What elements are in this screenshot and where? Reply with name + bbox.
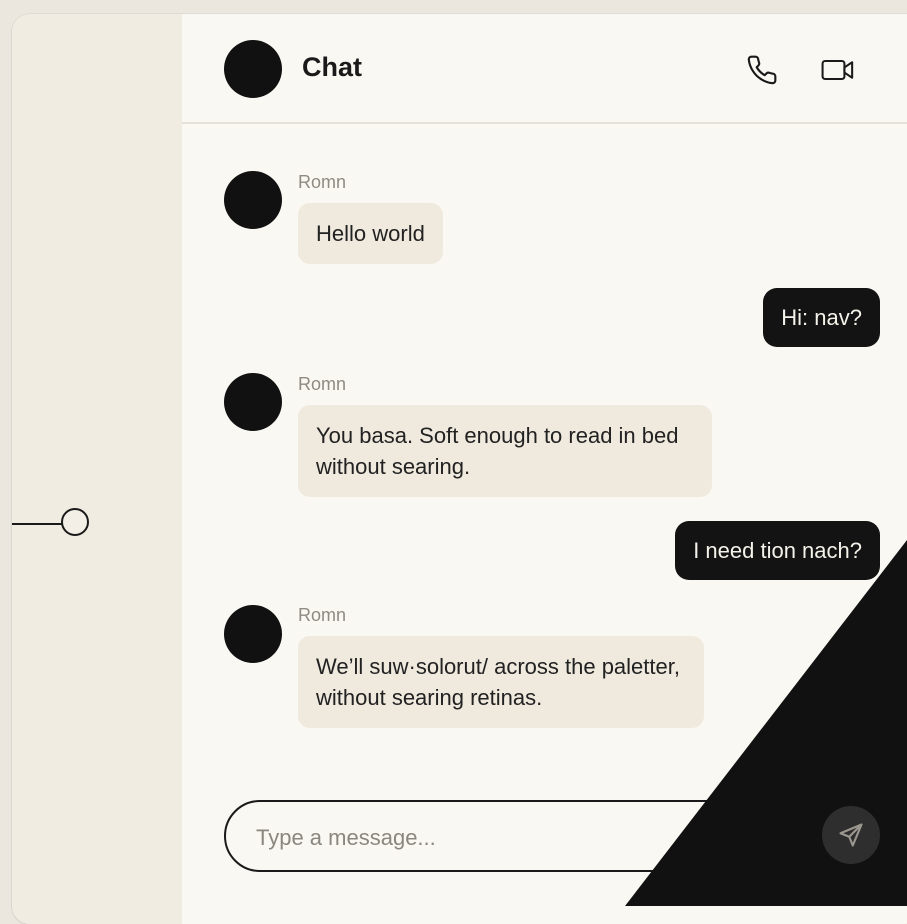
- app-window: Chat Romn Hello world Hi: nav? Romn You …: [12, 14, 907, 924]
- send-icon: [839, 823, 863, 847]
- connector-handle[interactable]: [61, 508, 89, 536]
- message-bubble-incoming: Hello world: [298, 203, 443, 264]
- sender-avatar[interactable]: [224, 605, 282, 663]
- phone-icon[interactable]: [744, 52, 780, 88]
- message-bubble-outgoing: I need tion nach?: [675, 521, 880, 580]
- message-bubble-incoming: You basa. Soft enough to read in bed wit…: [298, 405, 712, 497]
- chat-panel: Chat Romn Hello world Hi: nav? Romn You …: [182, 14, 907, 924]
- contact-avatar[interactable]: [224, 40, 282, 98]
- video-camera-icon[interactable]: [820, 52, 856, 88]
- sidebar: [12, 14, 182, 924]
- sender-avatar[interactable]: [224, 373, 282, 431]
- sender-name: Romn: [298, 374, 347, 394]
- chat-title: Chat: [302, 52, 362, 82]
- message-row: Hi: nav?: [182, 288, 907, 348]
- connector-line: [12, 523, 62, 525]
- sender-avatar[interactable]: [224, 171, 282, 229]
- sender-name: Romn: [298, 605, 347, 625]
- message-bubble-incoming: We’ll suw·solorut/ across the paletter, …: [298, 636, 704, 728]
- sender-name: Romn: [298, 172, 347, 192]
- chat-header: Chat: [182, 14, 907, 124]
- message-bubble-outgoing: Hi: nav?: [763, 288, 880, 347]
- send-button[interactable]: [822, 806, 880, 864]
- message-composer: [224, 800, 796, 872]
- message-row: I need tion nach?: [182, 521, 907, 581]
- message-input[interactable]: [254, 820, 758, 856]
